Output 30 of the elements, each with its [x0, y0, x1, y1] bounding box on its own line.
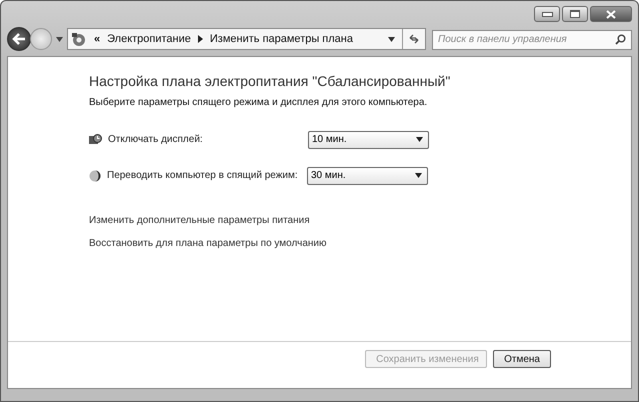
minimize-button[interactable] — [534, 6, 560, 22]
breadcrumb-overflow[interactable]: « — [94, 33, 100, 45]
page-subtitle: Выберите параметры спящего режима и дисплея для этого компьютера. — [89, 97, 428, 108]
dropdown[interactable]: 30 мин. — [307, 166, 428, 184]
dialog-button[interactable]: Отмена — [493, 350, 551, 368]
back-arrow-icon — [12, 33, 26, 45]
link[interactable]: Изменить дополнительные параметры питания — [89, 215, 310, 226]
dropdown-arrow-icon[interactable] — [56, 36, 63, 42]
breadcrumb-item[interactable]: Электропитание — [107, 33, 191, 45]
setting-label: Переводить компьютер в спящий режим: — [107, 170, 299, 181]
breadcrumb-item[interactable]: Изменить параметры плана — [210, 33, 353, 45]
search-icon — [615, 34, 626, 45]
monitor-clock-icon — [89, 134, 102, 146]
back-button[interactable] — [7, 27, 31, 51]
dropdown-arrow-icon[interactable] — [388, 36, 395, 42]
dropdown[interactable]: 10 мин. — [308, 130, 429, 148]
moon-icon — [89, 170, 101, 182]
search-field[interactable]: Поиск в панели управления — [432, 30, 632, 50]
control-panel-icon — [71, 32, 87, 46]
link[interactable]: Восстановить для плана параметры по умолчанию — [89, 238, 327, 249]
chevron-icon[interactable] — [198, 35, 203, 43]
page-heading: Настройка плана электропитания "Сбалансированный" — [89, 73, 452, 89]
close-icon — [606, 10, 616, 18]
close-button[interactable] — [590, 6, 632, 22]
refresh-icon — [408, 33, 420, 45]
maximize-button[interactable] — [562, 6, 588, 22]
dropdown-arrow-icon — [416, 137, 423, 142]
address-bar[interactable]: « Электропитание Изменить параметры плана — [67, 28, 426, 50]
setting-label: Отключать дисплей: — [108, 134, 204, 145]
dropdown-arrow-icon — [415, 173, 422, 178]
